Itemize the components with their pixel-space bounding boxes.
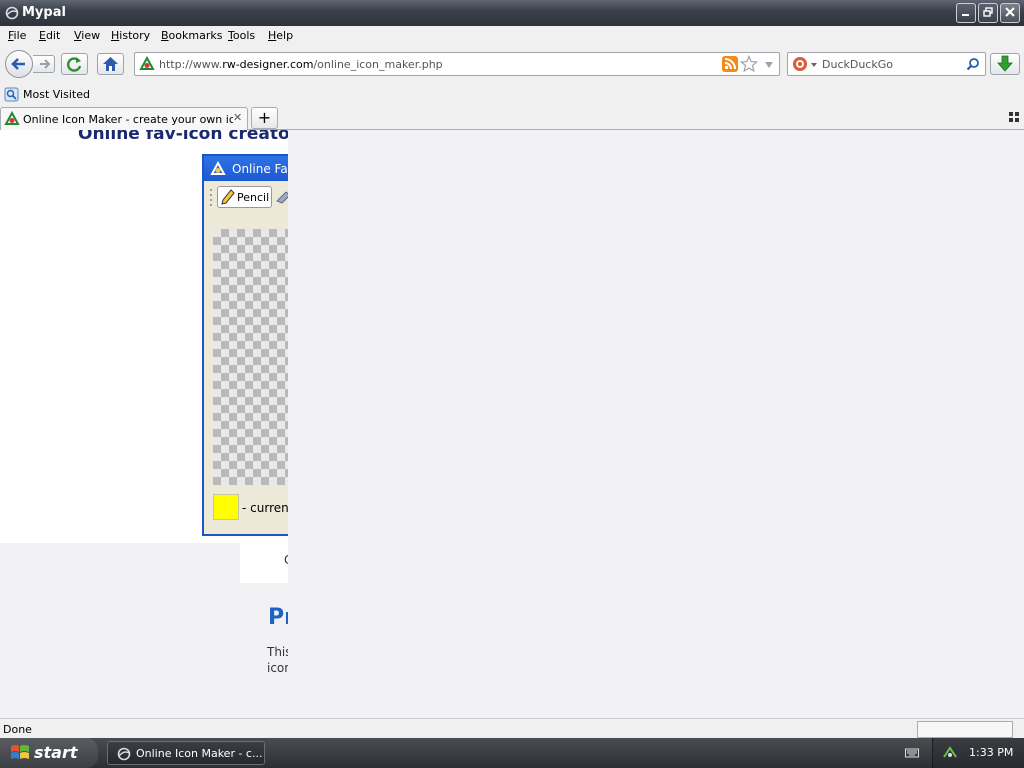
url-bar[interactable]: http://www.rw-designer.com/online_icon_m… xyxy=(134,52,780,76)
icon-editor-title-bar: Online Fav xyxy=(204,156,288,181)
page-heading: Online fav-icon creator xyxy=(78,130,288,144)
taskbar: start Online Icon Maker - c... 1:33 PM xyxy=(0,738,1024,768)
status-panel xyxy=(917,721,1013,738)
tab-list-button[interactable] xyxy=(1009,112,1019,125)
downloads-button[interactable] xyxy=(990,53,1020,75)
menu-history[interactable]: History xyxy=(111,29,150,42)
minimize-button[interactable] xyxy=(956,3,976,23)
title-bar: Mypal xyxy=(0,0,1024,26)
close-icon xyxy=(1005,7,1015,17)
url-text: http://www.rw-designer.com/online_icon_m… xyxy=(159,58,443,71)
new-tab-button[interactable]: + xyxy=(251,107,278,129)
pencil-tool-button[interactable]: Pencil xyxy=(217,186,272,208)
tab-label: Online Icon Maker - create your own icon… xyxy=(23,113,233,126)
lower-text-fragment: C xyxy=(284,553,288,567)
rss-feed-icon[interactable] xyxy=(722,56,738,72)
minimize-icon xyxy=(962,14,969,16)
start-button[interactable]: start xyxy=(0,738,98,768)
restore-icon xyxy=(983,7,993,17)
editor-logo-icon xyxy=(210,161,226,175)
windows-logo-icon xyxy=(11,745,29,759)
mypal-task-icon xyxy=(117,747,131,761)
folder-icon xyxy=(4,87,19,102)
menu-file[interactable]: File xyxy=(8,29,26,42)
search-icon[interactable] xyxy=(966,57,980,71)
menu-tools[interactable]: Tools xyxy=(228,29,255,42)
home-button[interactable] xyxy=(97,53,124,75)
taskbar-item-mypal[interactable]: Online Icon Maker - c... xyxy=(107,741,265,765)
navigation-toolbar: http://www.rw-designer.com/online_icon_m… xyxy=(0,46,1024,84)
site-favicon-icon xyxy=(139,56,155,70)
url-dropdown-icon[interactable] xyxy=(763,59,775,71)
menu-view[interactable]: View xyxy=(74,29,100,42)
icon-editor-title: Online Fav xyxy=(232,162,288,176)
toolbar-grip-icon xyxy=(210,189,212,206)
menu-edit[interactable]: Edit xyxy=(39,29,60,42)
web-page: Online fav-icon creator Online Fav Penci… xyxy=(0,130,288,718)
tab-favicon-icon xyxy=(4,111,20,125)
current-color-swatch[interactable] xyxy=(213,494,239,520)
home-icon xyxy=(103,57,118,71)
back-arrow-icon xyxy=(11,58,25,70)
page-content: Online fav-icon creator Online Fav Penci… xyxy=(0,130,1024,718)
bookmark-star-icon[interactable] xyxy=(740,55,758,73)
keyboard-icon[interactable] xyxy=(905,747,919,759)
section-text-line-2: icon xyxy=(267,661,288,675)
tab-bar: Online Icon Maker - create your own icon… xyxy=(0,106,1024,130)
download-arrow-icon xyxy=(997,55,1013,72)
clock[interactable]: 1:33 PM xyxy=(969,746,1013,759)
back-button[interactable] xyxy=(5,50,33,78)
section-title: Pr xyxy=(268,605,288,630)
status-text: Done xyxy=(3,723,32,736)
eraser-tool-icon[interactable] xyxy=(275,190,288,204)
bookmarks-toolbar: Most Visited xyxy=(0,84,1024,106)
network-icon[interactable] xyxy=(942,745,958,761)
reload-icon xyxy=(67,57,82,72)
most-visited-label: Most Visited xyxy=(23,88,90,101)
pencil-label: Pencil xyxy=(237,191,270,204)
grid-icon xyxy=(1009,112,1019,122)
window-title: Mypal xyxy=(22,5,66,20)
close-button[interactable] xyxy=(1000,3,1020,23)
forward-arrow-icon xyxy=(40,59,51,69)
start-label: start xyxy=(34,743,78,762)
app-icon xyxy=(5,6,19,20)
forward-button[interactable] xyxy=(33,55,55,73)
search-placeholder: DuckDuckGo xyxy=(822,58,893,71)
pencil-icon xyxy=(221,189,235,205)
menu-bookmarks[interactable]: Bookmarks xyxy=(161,29,222,42)
reload-button[interactable] xyxy=(61,53,88,75)
system-tray: 1:33 PM xyxy=(932,738,1024,768)
icon-editor-toolbar: Pencil xyxy=(204,183,288,211)
tab-close-icon[interactable]: ✕ xyxy=(233,111,242,124)
task-label: Online Icon Maker - c... xyxy=(136,747,263,760)
current-color-label: - current xyxy=(242,501,288,515)
search-engine-dropdown-icon[interactable] xyxy=(810,61,818,69)
restore-button[interactable] xyxy=(978,3,998,23)
icon-drawing-canvas[interactable] xyxy=(213,229,288,485)
section-text-line-1: This xyxy=(267,645,288,659)
icon-editor-window: Online Fav Pencil - current xyxy=(202,154,288,536)
tab-online-icon-maker[interactable]: Online Icon Maker - create your own icon… xyxy=(0,107,248,130)
menu-help[interactable]: Help xyxy=(268,29,293,42)
status-bar: Done xyxy=(0,718,1024,738)
menu-bar: File Edit View History Bookmarks Tools H… xyxy=(0,26,1024,46)
plus-icon: + xyxy=(257,108,272,127)
lower-content-band xyxy=(240,543,288,583)
search-bar[interactable]: DuckDuckGo xyxy=(787,52,986,76)
section-text: This icon xyxy=(267,644,288,676)
bookmark-most-visited[interactable]: Most Visited xyxy=(4,87,90,105)
search-engine-icon[interactable] xyxy=(792,56,808,72)
